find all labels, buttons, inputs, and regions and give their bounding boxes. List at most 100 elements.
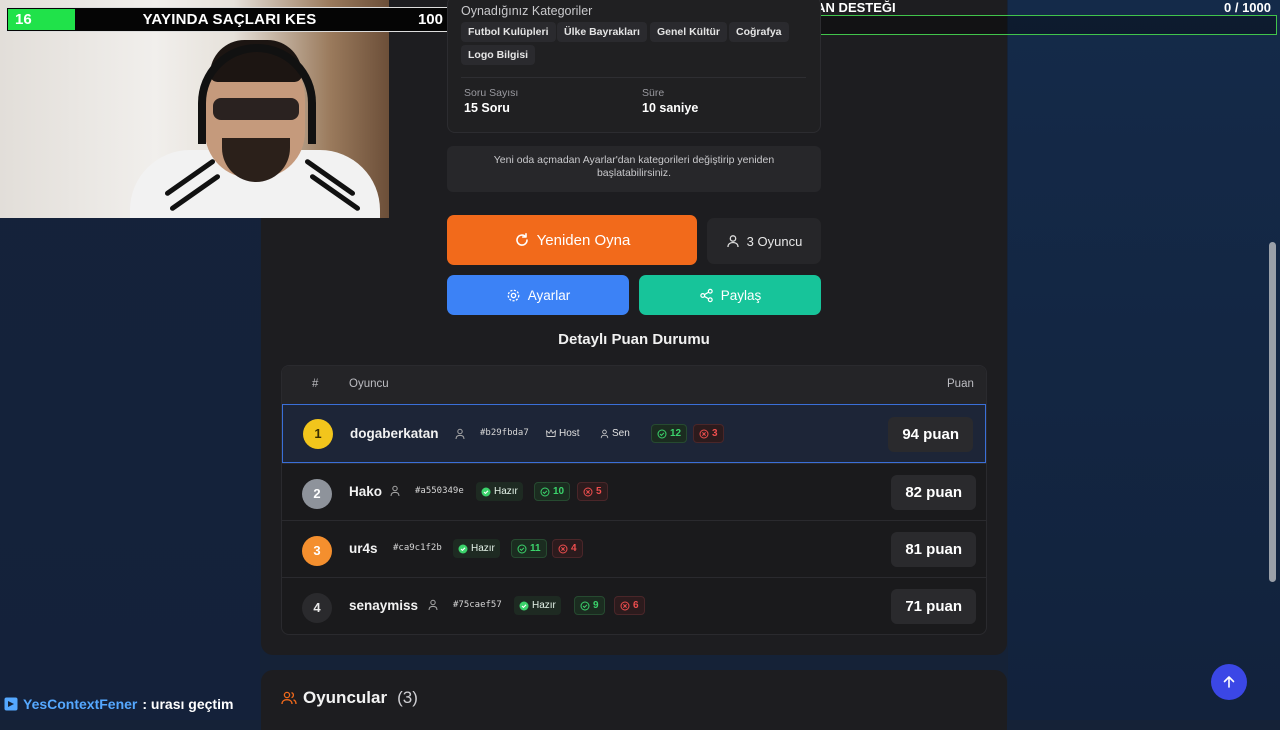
chat-message: YesContextFener : urası geçtim: [4, 696, 233, 712]
chat-text: : urası geçtim: [142, 696, 234, 712]
player-id: #a550349e: [415, 486, 464, 496]
wrong-value: 3: [712, 428, 718, 439]
replay-button[interactable]: Yeniden Oyna: [447, 215, 697, 265]
table-row[interactable]: 2 Hako #a550349e Hazır 10 5 82 puan: [282, 463, 986, 520]
user-icon: [390, 485, 400, 497]
rank-badge: 3: [302, 536, 332, 566]
col-points: Puan: [947, 378, 974, 390]
player-name: senaymiss: [349, 598, 419, 613]
correct-count: 12: [651, 424, 688, 443]
x-circle-icon: [558, 544, 568, 553]
settings-button[interactable]: Ayarlar: [447, 275, 629, 315]
wrong-value: 4: [571, 543, 577, 554]
ready-label: Hazır: [532, 600, 556, 611]
question-count-value: 15 Soru: [464, 101, 510, 115]
scoreboard-title: Detaylı Puan Durumu: [558, 331, 710, 348]
correct-value: 10: [553, 486, 565, 497]
players-count-button[interactable]: 3 Oyuncu: [707, 218, 821, 264]
rank-badge: 4: [302, 593, 332, 623]
points-badge: 94 puan: [888, 417, 973, 452]
ready-badge: Hazır: [514, 596, 561, 615]
correct-value: 12: [670, 428, 682, 439]
ready-badge: Hazır: [476, 482, 523, 501]
check-circle-icon: [540, 487, 550, 496]
points-badge: 81 puan: [891, 532, 976, 567]
scroll-top-button[interactable]: [1211, 664, 1247, 700]
player-name: Hako: [349, 484, 383, 499]
wrong-count: 3: [693, 424, 724, 443]
table-row[interactable]: 4 senaymiss #75caef57 Hazır 9 6 71 puan: [282, 577, 986, 634]
category-chip: Ülke Bayrakları: [557, 22, 647, 42]
check-circle-icon: [458, 544, 468, 553]
goal-title: YAYINDA SAÇLARI KES: [142, 11, 317, 28]
user-icon: [428, 599, 438, 611]
scoreboard-table: # Oyuncu Puan 1 dogaberkatan #b29fbda7 H…: [281, 365, 987, 635]
replay-label: Yeniden Oyna: [536, 231, 631, 249]
wrong-count: 5: [577, 482, 608, 501]
ready-label: Hazır: [494, 486, 518, 497]
page-background-right: [1008, 0, 1280, 720]
category-chip: Coğrafya: [729, 22, 789, 42]
category-chip: Logo Bilgisi: [461, 45, 536, 65]
check-circle-icon: [517, 544, 527, 553]
players-count: (3): [397, 688, 418, 707]
you-label: Sen: [612, 428, 630, 439]
rank-badge: 1: [303, 419, 333, 449]
divider: [461, 77, 806, 78]
players-title: Oyuncular: [303, 688, 388, 707]
category-chip: Genel Kültür: [650, 22, 728, 42]
host-badge: Host: [541, 424, 585, 443]
points-badge: 71 puan: [891, 589, 976, 624]
chat-username: YesContextFener: [23, 696, 138, 712]
check-circle-icon: [481, 487, 491, 496]
col-rank: #: [312, 378, 319, 390]
category-chip: Futbol Kulüpleri: [461, 22, 556, 42]
webcam-feed: [0, 0, 389, 218]
check-circle-icon: [519, 601, 529, 610]
x-circle-icon: [699, 429, 709, 438]
goal-target: 100: [417, 11, 443, 28]
ready-label: Hazır: [471, 543, 495, 554]
share-icon: [700, 288, 713, 302]
table-row[interactable]: 1 dogaberkatan #b29fbda7 Host Sen 12 3 9…: [282, 404, 986, 463]
table-row[interactable]: 3 ur4s #ca9c1f2b Hazır 11 4 81 puan: [282, 520, 986, 577]
player-name: dogaberkatan: [350, 426, 439, 441]
col-player: Oyuncu: [349, 378, 389, 390]
players-count-label: 3 Oyuncu: [746, 233, 803, 249]
correct-count: 10: [534, 482, 571, 501]
crown-icon: [546, 429, 556, 437]
wrong-value: 5: [596, 486, 602, 497]
question-count-label: Soru Sayısı: [464, 87, 519, 99]
correct-count: 11: [511, 539, 547, 558]
goal-current: 16: [15, 11, 32, 28]
correct-value: 11: [530, 543, 541, 554]
refresh-icon: [515, 233, 528, 246]
user-icon: [727, 235, 739, 248]
check-circle-icon: [580, 601, 590, 610]
player-id: #75caef57: [453, 600, 502, 610]
categories-title: Oynadığınız Kategoriler: [461, 4, 593, 18]
player-id: #b29fbda7: [480, 428, 529, 438]
donation-progress-bar: [772, 15, 1277, 35]
ready-badge: Hazır: [453, 539, 500, 558]
users-icon: [281, 691, 297, 705]
x-circle-icon: [583, 487, 593, 496]
duration-value: 10 saniye: [642, 101, 699, 115]
players-section-header: Oyuncular (3): [281, 688, 418, 708]
duration-label: Süre: [642, 87, 665, 99]
player-id: #ca9c1f2b: [393, 543, 442, 553]
share-button[interactable]: Paylaş: [639, 275, 821, 315]
wrong-value: 6: [633, 600, 639, 611]
x-circle-icon: [620, 601, 630, 610]
table-header: # Oyuncu Puan: [282, 366, 986, 404]
wrong-count: 4: [552, 539, 583, 558]
correct-value: 9: [593, 600, 599, 611]
correct-count: 9: [574, 596, 605, 615]
scrollbar-thumb[interactable]: [1269, 242, 1276, 582]
donation-count: 0 / 1000: [1224, 0, 1271, 15]
check-circle-icon: [657, 429, 667, 438]
gear-icon: [507, 289, 520, 301]
player-name: ur4s: [349, 541, 378, 556]
user-icon: [455, 428, 465, 440]
user-icon: [600, 429, 609, 438]
